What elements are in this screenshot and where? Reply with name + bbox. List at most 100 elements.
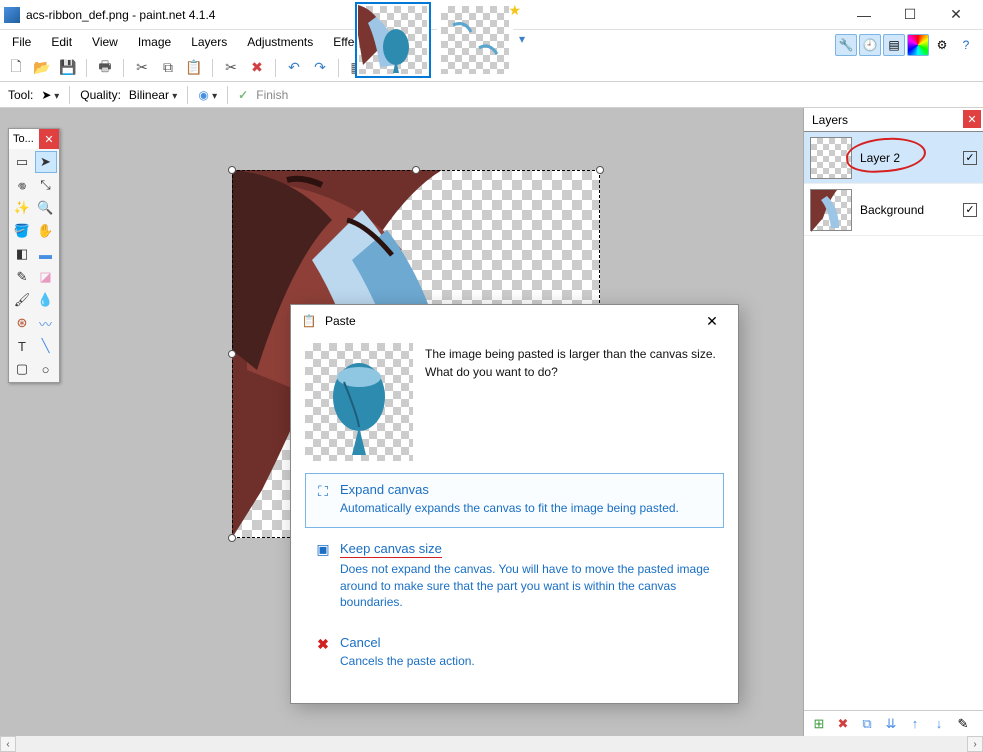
layer-properties-icon[interactable]: ✎	[954, 715, 972, 733]
tool-color-fill[interactable]: ▬	[35, 243, 57, 265]
toggle-layers-icon[interactable]: ▤	[883, 34, 905, 56]
tool-text[interactable]: T	[11, 335, 33, 357]
option-cancel[interactable]: ✖ Cancel Cancels the paste action.	[305, 626, 724, 681]
tools-window[interactable]: To... ✕ ▭ ➤ 𖦹 ⤡ ✨ 🔍 🪣 ✋ ◧ ▬ ✎ ◪ 🖌 💧 ⊛ 〰 …	[8, 128, 60, 383]
selection-handle[interactable]	[596, 166, 604, 174]
tool-paint-bucket[interactable]: 🪣	[11, 220, 33, 242]
close-button[interactable]: ✕	[933, 0, 979, 30]
tool-lasso[interactable]: 𖦹	[11, 174, 33, 196]
tool-line[interactable]: ╲	[35, 335, 57, 357]
copy-icon[interactable]: ⧉	[158, 58, 178, 78]
new-icon[interactable]: 🗋	[6, 58, 26, 78]
scroll-left-icon[interactable]: ‹	[0, 736, 16, 752]
dialog-close-button[interactable]: ✕	[696, 307, 728, 335]
workspace: To... ✕ ▭ ➤ 𖦹 ⤡ ✨ 🔍 🪣 ✋ ◧ ▬ ✎ ◪ 🖌 💧 ⊛ 〰 …	[0, 108, 983, 736]
tool-selector[interactable]: ➤ ▾	[41, 88, 59, 102]
layer-name-label: Layer 2	[860, 151, 955, 165]
document-tabs: ★ ▾	[355, 2, 525, 86]
selection-handle[interactable]	[228, 350, 236, 358]
settings-icon[interactable]: ⚙	[931, 34, 953, 56]
open-icon[interactable]: 📂	[32, 58, 52, 78]
move-down-icon[interactable]: ↓	[930, 715, 948, 733]
paste-icon[interactable]: 📋	[184, 58, 204, 78]
dialog-title-text: Paste	[325, 314, 356, 328]
dialog-message: The image being pasted is larger than th…	[425, 343, 724, 461]
quality-selector[interactable]: Bilinear ▾	[129, 88, 177, 102]
tool-move[interactable]: ➤	[35, 151, 57, 173]
tool-brush[interactable]: 🖌	[11, 289, 33, 311]
doc-tab-1[interactable]	[355, 2, 431, 78]
layers-close-icon[interactable]: ✕	[963, 110, 981, 128]
cut-icon[interactable]: ✂	[132, 58, 152, 78]
tool-pan[interactable]: ✋	[35, 220, 57, 242]
undo-icon[interactable]: ↶	[284, 58, 304, 78]
tools-window-close-icon[interactable]: ✕	[39, 129, 59, 149]
layer-thumbnail	[810, 137, 852, 179]
tool-pencil[interactable]: ✎	[11, 266, 33, 288]
layers-toolbar: ⊞ ✖ ⧉ ⇊ ↑ ↓ ✎	[804, 710, 983, 736]
finish-button[interactable]: Finish	[256, 88, 288, 102]
maximize-button[interactable]: ☐	[887, 0, 933, 30]
tool-clone[interactable]: ⊛	[11, 312, 33, 334]
tool-recolor[interactable]: 〰	[35, 312, 57, 334]
horizontal-scrollbar[interactable]: ‹ ›	[0, 736, 983, 752]
layer-thumbnail	[810, 189, 852, 231]
toggle-colors-icon[interactable]	[907, 34, 929, 56]
dialog-preview-thumbnail	[305, 343, 413, 461]
quality-label: Quality:	[80, 88, 121, 102]
layer-row[interactable]: Layer 2 ✓	[804, 132, 983, 184]
layer-visibility-checkbox[interactable]: ✓	[963, 203, 977, 217]
tool-gradient[interactable]: ◧	[11, 243, 33, 265]
tool-move-selection[interactable]: ⤡	[35, 174, 57, 196]
menu-image[interactable]: Image	[130, 32, 179, 52]
cancel-icon: ✖	[314, 635, 332, 653]
paste-icon: 📋	[301, 313, 317, 329]
duplicate-layer-icon[interactable]: ⧉	[858, 715, 876, 733]
crop-icon[interactable]: ✂	[221, 58, 241, 78]
save-icon[interactable]: 💾	[58, 58, 78, 78]
add-layer-icon[interactable]: ⊞	[810, 715, 828, 733]
menu-edit[interactable]: Edit	[43, 32, 80, 52]
menu-view[interactable]: View	[84, 32, 126, 52]
expand-icon: ⛶	[314, 482, 332, 500]
selection-handle[interactable]	[412, 166, 420, 174]
toggle-tools-icon[interactable]: 🔧	[835, 34, 857, 56]
sampling-icon[interactable]: ◉ ▾	[198, 88, 217, 102]
layers-header[interactable]: Layers ✕	[804, 108, 983, 132]
modified-badge-icon: ★	[508, 2, 521, 19]
minimize-button[interactable]: —	[841, 0, 887, 30]
layer-row[interactable]: Background ✓	[804, 184, 983, 236]
print-icon[interactable]: 🖶	[95, 58, 115, 78]
move-up-icon[interactable]: ↑	[906, 715, 924, 733]
tool-label: Tool:	[8, 88, 33, 102]
tool-rectangle-shape[interactable]: ▢	[11, 358, 33, 380]
scroll-right-icon[interactable]: ›	[967, 736, 983, 752]
layers-panel: Layers ✕ Layer 2 ✓ Background ✓ ⊞ ✖ ⧉ ⇊ …	[803, 108, 983, 736]
tool-zoom[interactable]: 🔍	[35, 197, 57, 219]
option-expand-canvas[interactable]: ⛶ Expand canvas Automatically expands th…	[305, 473, 724, 528]
tool-magic-wand[interactable]: ✨	[11, 197, 33, 219]
tool-eraser[interactable]: ◪	[35, 266, 57, 288]
delete-layer-icon[interactable]: ✖	[834, 715, 852, 733]
dialog-titlebar[interactable]: 📋 Paste ✕	[291, 305, 738, 337]
redo-icon[interactable]: ↷	[310, 58, 330, 78]
merge-down-icon[interactable]: ⇊	[882, 715, 900, 733]
utility-window-toggles: 🔧 🕘 ▤ ⚙ ?	[835, 34, 977, 56]
help-icon[interactable]: ?	[955, 34, 977, 56]
layer-visibility-checkbox[interactable]: ✓	[963, 151, 977, 165]
menu-adjustments[interactable]: Adjustments	[239, 32, 321, 52]
keep-icon: ▣	[314, 541, 332, 559]
tool-color-picker[interactable]: 💧	[35, 289, 57, 311]
toggle-history-icon[interactable]: 🕘	[859, 34, 881, 56]
tool-ellipse-shape[interactable]: ○	[35, 358, 57, 380]
option-keep-canvas-size[interactable]: ▣ Keep canvas size Does not expand the c…	[305, 532, 724, 622]
menu-file[interactable]: File	[4, 32, 39, 52]
menu-layers[interactable]: Layers	[183, 32, 235, 52]
deselect-icon[interactable]: ✖	[247, 58, 267, 78]
app-icon	[4, 7, 20, 23]
tools-window-title[interactable]: To... ✕	[9, 129, 59, 149]
doc-tab-2[interactable]: ★	[437, 2, 513, 78]
selection-handle[interactable]	[228, 534, 236, 542]
tool-rect-select[interactable]: ▭	[11, 151, 33, 173]
selection-handle[interactable]	[228, 166, 236, 174]
